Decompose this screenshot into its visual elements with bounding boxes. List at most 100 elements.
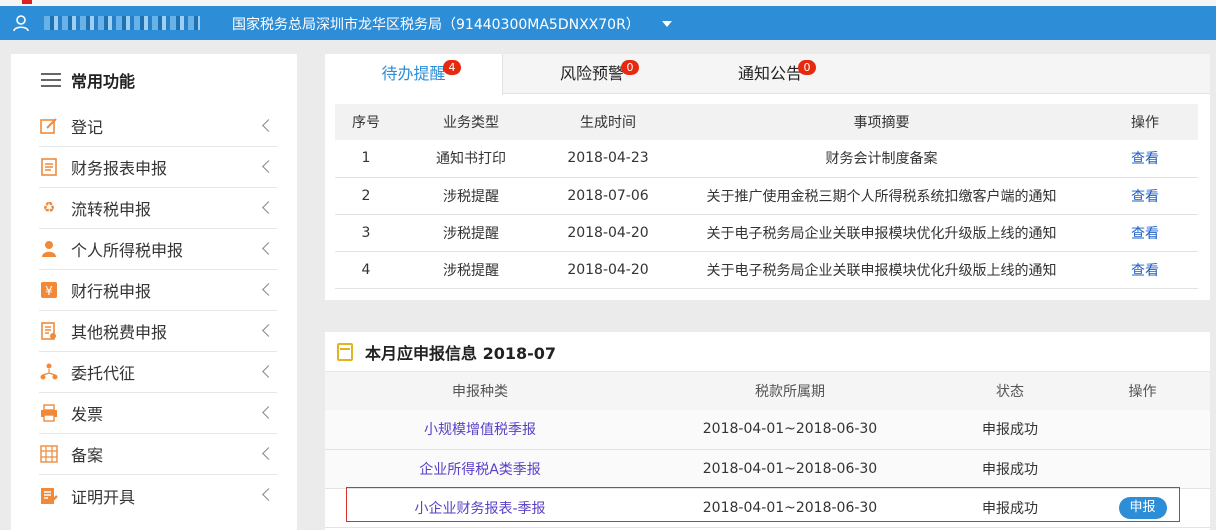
sidebar-item-label: 个人所得税申报 [71, 241, 184, 260]
row-number: 4 [335, 251, 397, 289]
count-badge: 0 [798, 60, 816, 75]
chevron-left-icon [262, 201, 275, 214]
action-cell [1075, 449, 1210, 489]
sidebar-item-filing[interactable]: 备案 [39, 434, 277, 475]
count-badge: 0 [621, 60, 639, 75]
tab-todo[interactable]: 待办提醒 4 [325, 54, 503, 95]
sidebar-item-label: 委托代征 [71, 364, 136, 383]
sidebar-menu: 登记 财务报表申报 ♻ 流转税申报 个人所得税申报 ¥ 财行税申报 其他税费申报 [11, 106, 297, 516]
tab-label: 通知公告 [737, 64, 802, 83]
declaration-table: 申报种类 税款所属期 状态 操作 小规模增值税季报 2018-04-01~201… [325, 372, 1210, 528]
sidebar-item-entrusted-collection[interactable]: 委托代征 [39, 352, 277, 393]
sidebar-item-register[interactable]: 登记 [39, 106, 277, 147]
tax-period: 2018-04-01~2018-06-30 [635, 449, 945, 489]
status-text: 申报成功 [945, 488, 1075, 528]
sidebar-item-property-tax[interactable]: ¥ 财行税申报 [39, 270, 277, 311]
sidebar-item-financial-report[interactable]: 财务报表申报 [39, 147, 277, 188]
item-summary: 关于电子税务局企业关联申报模块优化升级版上线的通知 [671, 214, 1092, 252]
calendar-icon [337, 342, 353, 361]
sidebar-item-label: 发票 [71, 405, 104, 424]
recycle-icon: ♻ [42, 200, 56, 216]
grid-icon [39, 444, 59, 464]
action-cell [1075, 410, 1210, 450]
status-text: 申报成功 [945, 449, 1075, 489]
chevron-left-icon [262, 242, 275, 255]
sidebar-item-label: 财务报表申报 [71, 159, 168, 178]
item-summary: 关于推广使用金税三期个人所得税系统扣缴客户端的通知 [671, 177, 1092, 215]
table-row: 3 涉税提醒 2018-04-20 关于电子税务局企业关联申报模块优化升级版上线… [335, 214, 1198, 252]
sidebar-item-certificate[interactable]: 证明开具 [39, 475, 277, 516]
table-row: 企业所得税A类季报 2018-04-01~2018-06-30 申报成功 [325, 449, 1210, 489]
row-number: 1 [335, 140, 397, 178]
declaration-kind-link[interactable]: 企业所得税A类季报 [419, 462, 541, 478]
monthly-declaration-panel: 本月应申报信息 2018-07 申报种类 税款所属期 状态 操作 小规模增值税季… [325, 332, 1210, 530]
svg-text:¥: ¥ [45, 284, 53, 298]
table-row: 2 涉税提醒 2018-07-06 关于推广使用金税三期个人所得税系统扣缴客户端… [335, 177, 1198, 215]
menu-icon[interactable] [41, 73, 61, 87]
column-header: 事项摘要 [671, 104, 1092, 140]
org-title: 国家税务总局深圳市龙华区税务局（91440300MA5DNXX70R） [232, 17, 640, 33]
sidebar-item-other-tax[interactable]: 其他税费申报 [39, 311, 277, 352]
tab-notices[interactable]: 通知公告 0 [681, 54, 859, 93]
table-row: 4 涉税提醒 2018-04-20 关于电子税务局企业关联申报模块优化升级版上线… [335, 251, 1198, 289]
tab-label: 待办提醒 [381, 64, 446, 83]
printer-icon [39, 403, 59, 423]
column-header: 税款所属期 [635, 372, 945, 410]
view-link[interactable]: 查看 [1131, 263, 1159, 279]
table-row: 小规模增值税季报 2018-04-01~2018-06-30 申报成功 [325, 410, 1210, 450]
panel-title: 本月应申报信息 2018-07 [365, 343, 557, 363]
generated-date: 2018-04-20 [545, 251, 671, 289]
yuan-icon: ¥ [39, 280, 59, 300]
chevron-left-icon [262, 447, 275, 460]
declare-button[interactable]: 申报 [1118, 496, 1167, 519]
chevron-left-icon [262, 324, 275, 337]
column-header: 业务类型 [397, 104, 545, 140]
todo-table: 序号 业务类型 生成时间 事项摘要 操作 1 通知书打印 2018-04-23 … [335, 104, 1198, 289]
sidebar-item-personal-income-tax[interactable]: 个人所得税申报 [39, 229, 277, 270]
status-text: 申报成功 [945, 410, 1075, 450]
sidebar-item-label: 备案 [71, 446, 104, 465]
chevron-left-icon [262, 283, 275, 296]
people-network-icon [39, 362, 59, 382]
business-type: 涉税提醒 [397, 214, 545, 252]
generated-date: 2018-07-06 [545, 177, 671, 215]
view-link[interactable]: 查看 [1131, 226, 1159, 242]
tax-period: 2018-04-01~2018-06-30 [635, 410, 945, 450]
sidebar-title: 常用功能 [71, 72, 136, 91]
caret-down-icon[interactable] [662, 21, 672, 27]
count-badge: 4 [443, 60, 461, 75]
row-number: 3 [335, 214, 397, 252]
column-header: 操作 [1092, 104, 1198, 140]
tab-bar: 待办提醒 4 风险预警 0 通知公告 0 [325, 54, 1210, 95]
column-header: 状态 [945, 372, 1075, 410]
chevron-left-icon [262, 160, 275, 173]
person-icon [39, 239, 59, 259]
item-summary: 关于电子税务局企业关联申报模块优化升级版上线的通知 [671, 251, 1092, 289]
item-summary: 财务会计制度备案 [671, 140, 1092, 178]
user-icon[interactable] [12, 14, 30, 32]
business-type: 涉税提醒 [397, 177, 545, 215]
generated-date: 2018-04-23 [545, 140, 671, 178]
form-icon [39, 321, 59, 341]
table-row: 小企业财务报表-季报 2018-04-01~2018-06-30 申报成功 申报 [325, 488, 1210, 528]
chevron-left-icon [262, 365, 275, 378]
declaration-kind-link[interactable]: 小企业财务报表-季报 [414, 501, 545, 517]
chevron-left-icon [262, 406, 275, 419]
sidebar-item-label: 登记 [71, 118, 104, 137]
view-link[interactable]: 查看 [1131, 189, 1159, 205]
column-header: 申报种类 [325, 372, 635, 410]
sidebar-item-turnover-tax[interactable]: ♻ 流转税申报 [39, 188, 277, 229]
sidebar-header: 常用功能 [11, 54, 297, 106]
tab-label: 风险预警 [559, 64, 624, 83]
view-link[interactable]: 查看 [1131, 151, 1159, 167]
column-header: 序号 [335, 104, 397, 140]
declaration-kind-link[interactable]: 小规模增值税季报 [424, 422, 536, 438]
chevron-left-icon [262, 119, 275, 132]
row-number: 2 [335, 177, 397, 215]
sidebar-item-label: 财行税申报 [71, 282, 152, 301]
tax-period: 2018-04-01~2018-06-30 [635, 488, 945, 528]
sidebar: 常用功能 登记 财务报表申报 ♻ 流转税申报 个人所得税申报 ¥ 财行税申报 其… [11, 54, 297, 530]
tab-risk-warning[interactable]: 风险预警 0 [503, 54, 681, 93]
column-header: 操作 [1075, 372, 1210, 410]
sidebar-item-invoice[interactable]: 发票 [39, 393, 277, 434]
